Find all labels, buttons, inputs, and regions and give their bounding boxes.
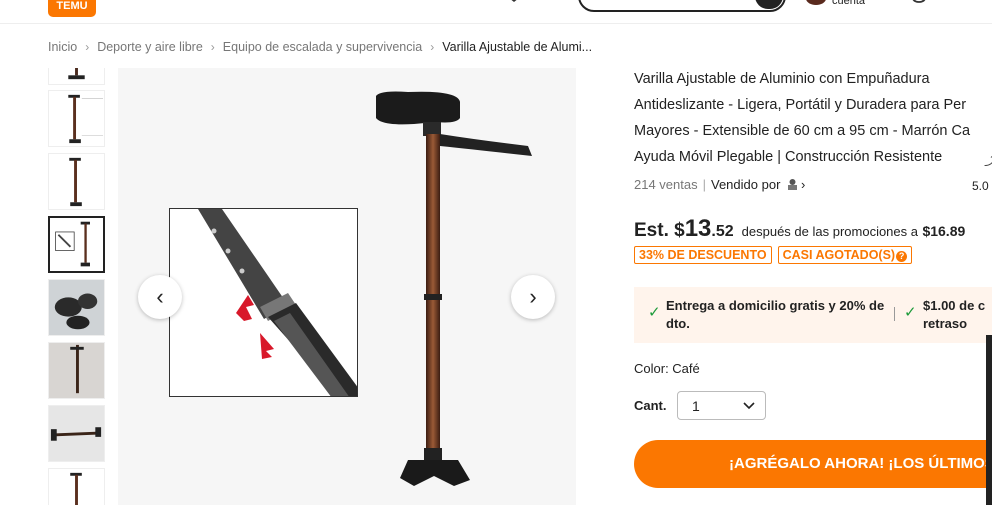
- question-icon[interactable]: ?: [896, 251, 908, 262]
- chevron-down-icon: [743, 402, 755, 410]
- product-title-line: Mayores - Extensible de 60 cm a 95 cm - …: [634, 123, 971, 139]
- chevron-right-icon: ›: [529, 284, 537, 309]
- discount-badge: 33% DE DESCUENTO: [634, 246, 772, 264]
- chevron-right-icon: ›: [801, 177, 806, 192]
- product-title: Varilla Ajustable de Aluminio con Empuña…: [634, 66, 992, 170]
- price-whole: 13: [684, 215, 712, 242]
- account-label[interactable]: cuenta: [832, 0, 865, 7]
- check-icon: ✓: [648, 304, 661, 321]
- seller-link[interactable]: Vendido por ›: [711, 177, 805, 192]
- sales-count: 214 ventas: [634, 177, 698, 192]
- divider: |: [702, 177, 706, 192]
- search-button[interactable]: [755, 0, 783, 9]
- thumbnail-image[interactable]: [48, 279, 105, 336]
- breadcrumb-link-sports[interactable]: Deporte y aire libre: [97, 40, 203, 54]
- thumbnail-image-selected[interactable]: [48, 216, 105, 273]
- color-selected-label: Color: Café: [634, 361, 700, 376]
- price-original: $16.89: [922, 223, 966, 239]
- quantity-value: 1: [692, 398, 700, 414]
- thumbnail-list: [48, 68, 106, 505]
- top-bar: TEMU cuenta: [0, 0, 992, 24]
- thumbnail-image[interactable]: [48, 405, 105, 462]
- price-prefix: Est. $: [634, 220, 685, 241]
- product-title-line: Antideslizante - Ligera, Portátil y Dura…: [634, 97, 967, 113]
- almost-sold-out-badge[interactable]: CASI AGOTADO(S)?: [777, 246, 913, 264]
- quantity-select[interactable]: 1: [677, 391, 766, 420]
- price-after-promo-text: después de las promociones a: [741, 224, 918, 239]
- scrollbar[interactable]: [986, 335, 992, 505]
- temu-logo[interactable]: TEMU: [48, 0, 96, 17]
- product-title-line: Varilla Ajustable de Aluminio con Empuña…: [634, 71, 930, 87]
- sold-by-label: Vendido por: [711, 177, 781, 192]
- product-title-line: Ayuda Móvil Plegable | Construcción Resi…: [634, 149, 943, 165]
- share-icon[interactable]: ⤴: [984, 150, 992, 169]
- breadcrumb-link-climbing[interactable]: Equipo de escalada y supervivencia: [223, 40, 422, 54]
- breadcrumb-current: Varilla Ajustable de Alumi...: [442, 40, 593, 54]
- check-icon: ✓: [904, 304, 917, 321]
- chevron-down-icon[interactable]: [508, 0, 520, 4]
- chat-icon[interactable]: [910, 0, 928, 4]
- free-delivery-text: Entrega a domicilio gratis y 20% de dto.: [666, 298, 885, 331]
- delivery-banner: ✓ Entrega a domicilio gratis y 20% de dt…: [634, 287, 992, 343]
- thumbnail-image[interactable]: [48, 342, 105, 399]
- gallery-next-button[interactable]: ›: [511, 275, 555, 319]
- chevron-right-icon: ›: [210, 40, 215, 54]
- almost-sold-out-label: CASI AGOTADO(S): [782, 248, 896, 262]
- avatar[interactable]: [806, 0, 826, 5]
- add-to-cart-button[interactable]: ¡AGRÉGALO AHORA! ¡LOS ÚLTIMOS: [634, 440, 992, 488]
- thumbnail-image[interactable]: [48, 68, 105, 85]
- detail-inset-image: [169, 208, 358, 397]
- price-cents: .52: [711, 223, 734, 240]
- sales-info: 214 ventas | Vendido por ›: [634, 177, 805, 192]
- delay-credit-text: $1.00 de c retraso: [923, 298, 986, 331]
- breadcrumb-link-home[interactable]: Inicio: [48, 40, 77, 54]
- main-product-image[interactable]: ‹ ›: [118, 68, 576, 505]
- quantity-label: Cant.: [634, 398, 667, 413]
- chevron-left-icon: ‹: [156, 284, 164, 309]
- thumbnail-image[interactable]: [48, 153, 105, 210]
- chevron-right-icon: ›: [430, 40, 435, 54]
- seller-avatar-icon: [788, 179, 798, 190]
- rating-value[interactable]: 5.0: [972, 179, 989, 193]
- thumbnail-image[interactable]: [48, 468, 105, 505]
- breadcrumb: Inicio › Deporte y aire libre › Equipo de es…: [48, 40, 592, 54]
- search-input[interactable]: [578, 0, 786, 12]
- price-row: Est. $13.52 después de las promociones a …: [634, 215, 965, 243]
- detail-zoom-illustration: [198, 209, 357, 396]
- divider: [894, 307, 895, 321]
- thumbnail-image[interactable]: [48, 90, 105, 147]
- chevron-right-icon: ›: [85, 40, 90, 54]
- gallery-prev-button[interactable]: ‹: [138, 275, 182, 319]
- badges: 33% DE DESCUENTO CASI AGOTADO(S)?: [634, 246, 918, 264]
